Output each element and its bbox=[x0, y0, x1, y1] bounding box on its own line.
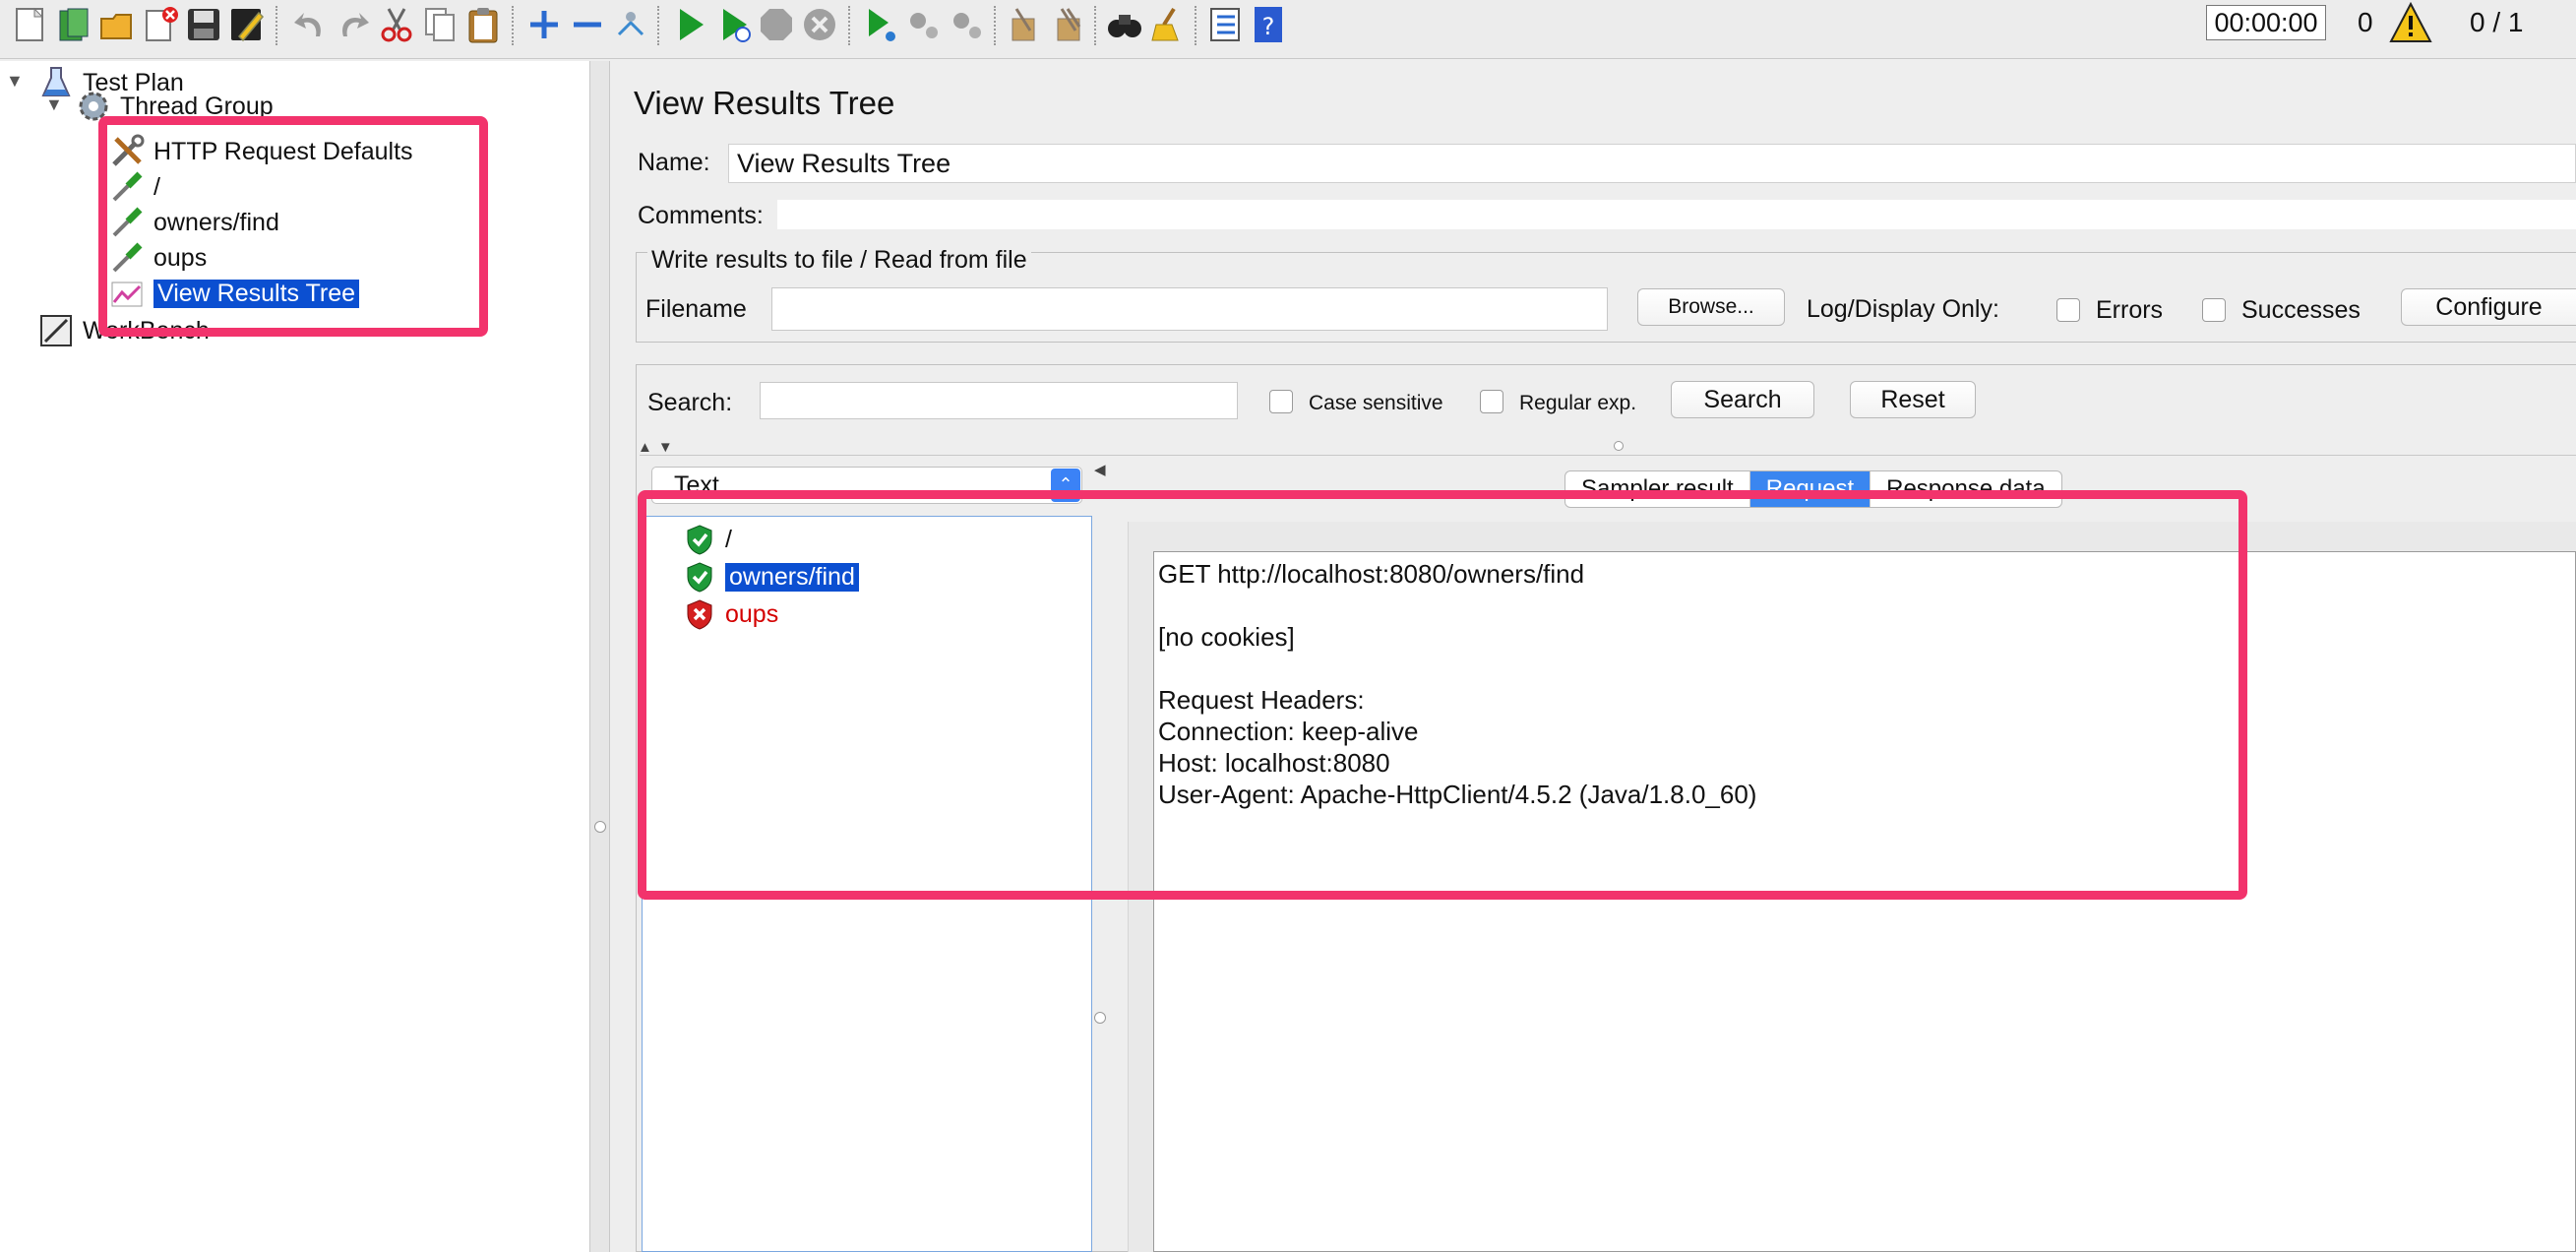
collapse-icon[interactable] bbox=[565, 2, 610, 47]
function-helper-icon[interactable] bbox=[1202, 2, 1248, 47]
comments-field[interactable] bbox=[777, 200, 2576, 229]
comments-label: Comments: bbox=[638, 202, 764, 229]
search-button[interactable]: Search bbox=[1671, 381, 1814, 418]
successes-label: Successes bbox=[2241, 296, 2361, 324]
start-no-pauses-icon[interactable] bbox=[710, 2, 756, 47]
errors-label: Errors bbox=[2096, 296, 2164, 324]
file-group-title: Write results to file / Read from file bbox=[647, 246, 1031, 275]
split-toggle-arrows-icon[interactable]: ▲▼ bbox=[638, 439, 679, 456]
case-sensitive-checkbox[interactable] bbox=[1269, 390, 1293, 413]
active-threads-count: 0 bbox=[2358, 7, 2373, 37]
stop-icon[interactable] bbox=[754, 2, 799, 47]
successes-checkbox[interactable] bbox=[2202, 298, 2226, 322]
divider-handle[interactable] bbox=[1614, 441, 1624, 451]
paste-icon[interactable] bbox=[460, 2, 506, 47]
remote-stop-icon[interactable] bbox=[901, 2, 947, 47]
close-icon[interactable] bbox=[138, 2, 183, 47]
name-label: Name: bbox=[638, 149, 710, 176]
errors-checkbox[interactable] bbox=[2056, 298, 2080, 322]
clear-all-icon[interactable] bbox=[1045, 2, 1090, 47]
filename-label: Filename bbox=[645, 295, 747, 323]
copy-icon[interactable] bbox=[417, 2, 462, 47]
regular-exp-label: Regular exp. bbox=[1519, 392, 1637, 414]
splitter-handle[interactable] bbox=[594, 821, 606, 833]
new-icon[interactable] bbox=[8, 2, 53, 47]
annotation-frame-results bbox=[638, 490, 2247, 900]
elapsed-timer: 00:00:00 bbox=[2206, 5, 2326, 40]
remote-shutdown-icon[interactable] bbox=[945, 2, 990, 47]
reset-button[interactable]: Reset bbox=[1850, 381, 1976, 418]
reset-search-icon[interactable] bbox=[1145, 2, 1191, 47]
browse-button[interactable]: Browse... bbox=[1637, 288, 1785, 326]
regular-exp-checkbox[interactable] bbox=[1480, 390, 1503, 413]
panel-splitter[interactable] bbox=[590, 61, 610, 1252]
svg-text:?: ? bbox=[1262, 13, 1275, 40]
page-title: View Results Tree bbox=[634, 85, 895, 121]
main-toolbar: ? 00:00:00 0 0 / 1 bbox=[0, 0, 2576, 59]
workbench-icon bbox=[37, 312, 75, 349]
toggle-icon[interactable] bbox=[608, 2, 653, 47]
clear-icon[interactable] bbox=[1002, 2, 1047, 47]
cut-icon[interactable] bbox=[374, 2, 419, 47]
shutdown-icon[interactable] bbox=[797, 2, 842, 47]
undo-icon[interactable] bbox=[287, 2, 333, 47]
collapse-left-icon[interactable]: ◀ bbox=[1094, 461, 1106, 478]
vertical-split-handle[interactable] bbox=[1094, 1012, 1106, 1024]
search-input[interactable] bbox=[760, 382, 1238, 419]
start-icon[interactable] bbox=[667, 2, 712, 47]
save-as-icon[interactable] bbox=[224, 2, 270, 47]
configure-button[interactable]: Configure bbox=[2401, 288, 2576, 326]
templates-icon[interactable] bbox=[51, 2, 96, 47]
warning-icon[interactable] bbox=[2389, 1, 2432, 43]
log-display-label: Log/Display Only: bbox=[1807, 295, 1999, 323]
name-field[interactable]: View Results Tree bbox=[728, 144, 2576, 183]
help-icon[interactable]: ? bbox=[1246, 2, 1291, 47]
search-icon[interactable] bbox=[1102, 2, 1147, 47]
thread-ratio: 0 / 1 bbox=[2470, 7, 2524, 37]
results-divider[interactable] bbox=[640, 455, 2576, 459]
case-sensitive-label: Case sensitive bbox=[1309, 392, 1443, 414]
remote-start-icon[interactable] bbox=[858, 2, 903, 47]
expand-icon[interactable] bbox=[521, 2, 567, 47]
tree-expand-icon[interactable]: ▼ bbox=[6, 71, 24, 92]
redo-icon[interactable] bbox=[331, 2, 376, 47]
search-label: Search: bbox=[647, 389, 733, 416]
save-icon[interactable] bbox=[181, 2, 226, 47]
annotation-frame-tree bbox=[98, 116, 488, 337]
open-icon[interactable] bbox=[94, 2, 140, 47]
filename-field[interactable] bbox=[771, 287, 1608, 331]
tree-expand-icon[interactable]: ▼ bbox=[45, 94, 63, 115]
